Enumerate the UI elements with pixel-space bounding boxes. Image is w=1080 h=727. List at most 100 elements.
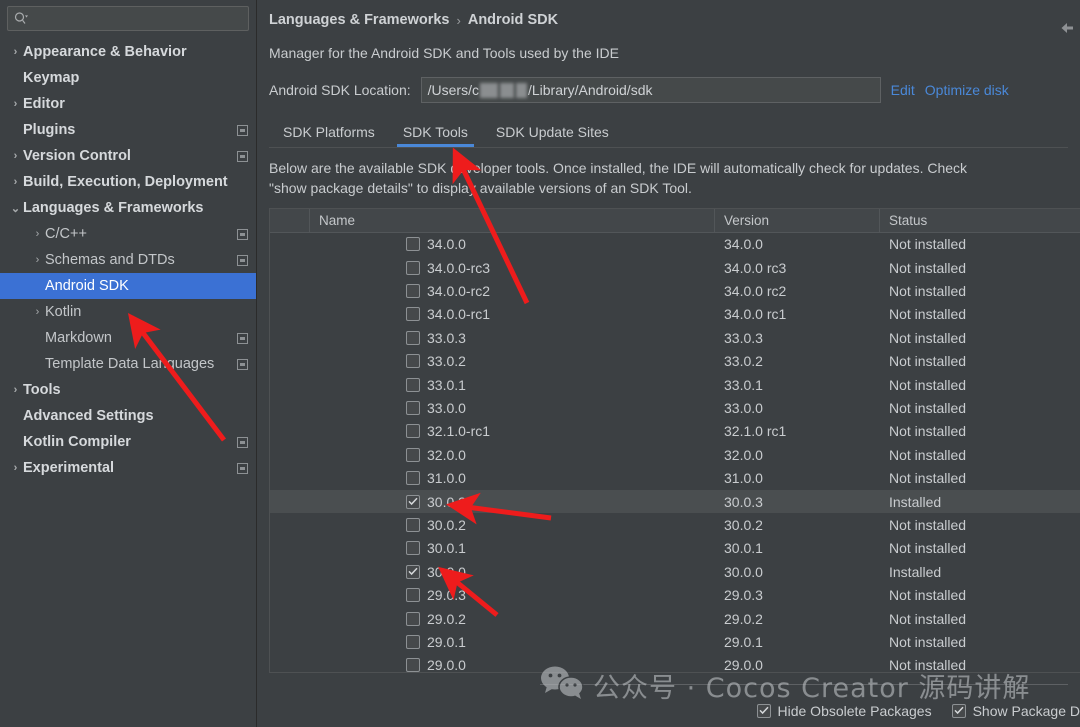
chevron-right-icon[interactable]: › <box>8 384 23 396</box>
table-row[interactable]: 30.0.3 30.0.3 Installed <box>270 489 1080 514</box>
table-row[interactable]: 33.0.2 33.0.2 Not installed <box>270 350 1080 373</box>
checkbox-icon[interactable] <box>406 354 420 369</box>
column-header-status[interactable]: Status <box>880 209 1080 232</box>
sidebar-item-kotlin-compiler[interactable]: Kotlin Compiler <box>0 429 256 455</box>
checkbox-icon[interactable] <box>406 564 420 579</box>
chevron-right-icon[interactable]: › <box>30 306 45 318</box>
sidebar-item-version-control[interactable]: › Version Control <box>0 143 256 169</box>
table-row[interactable]: 32.0.0 32.0.0 Not installed <box>270 443 1080 466</box>
checkbox-icon[interactable] <box>406 401 420 416</box>
cell-status: Not installed <box>889 446 967 463</box>
checkbox-icon[interactable] <box>406 237 420 252</box>
chevron-down-icon[interactable]: ⌄ <box>8 202 23 215</box>
redaction-blob <box>479 82 498 98</box>
table-row[interactable]: 29.0.0 29.0.0 Not installed <box>270 654 1080 672</box>
tab-sdk-tools[interactable]: SDK Tools <box>389 124 482 147</box>
checkbox-icon[interactable] <box>406 471 420 486</box>
hide-obsolete-packages-checkbox[interactable]: Hide Obsolete Packages <box>756 702 932 719</box>
table-row[interactable]: 31.0.0 31.0.0 Not installed <box>270 467 1080 490</box>
sidebar-item-tools[interactable]: › Tools <box>0 377 256 403</box>
search-icon <box>14 12 29 25</box>
chevron-right-icon[interactable]: › <box>8 462 23 474</box>
cell-name: 29.0.0 <box>310 657 715 672</box>
sidebar-item-keymap[interactable]: Keymap <box>0 65 256 91</box>
table-row[interactable]: 34.0.0-rc3 34.0.0 rc3 Not installed <box>270 256 1080 279</box>
chevron-right-icon[interactable]: › <box>8 46 23 58</box>
checkbox-icon[interactable] <box>406 307 420 322</box>
package-name: 32.1.0-rc1 <box>427 423 491 440</box>
sidebar-item-appearance-behavior[interactable]: › Appearance & Behavior <box>0 39 256 65</box>
tab-sdk-update-sites[interactable]: SDK Update Sites <box>482 124 623 147</box>
table-row[interactable]: 34.0.0-rc2 34.0.0 rc2 Not installed <box>270 279 1080 302</box>
sidebar-item-template-data-languages[interactable]: Template Data Languages <box>0 351 256 377</box>
sidebar-item-markdown[interactable]: Markdown <box>0 325 256 351</box>
table-row[interactable]: 33.0.1 33.0.1 Not installed <box>270 373 1080 396</box>
sdk-location-suffix: /Library/Android/sdk <box>527 82 653 98</box>
table-row[interactable]: 34.0.0 34.0.0 Not installed <box>270 233 1080 256</box>
sidebar-item-languages-frameworks[interactable]: ⌄ Languages & Frameworks <box>0 195 256 221</box>
sidebar-item-kotlin[interactable]: › Kotlin <box>0 299 256 325</box>
breadcrumb-item-parent[interactable]: Languages & Frameworks <box>269 12 450 28</box>
cell-version: 34.0.0 <box>724 236 763 253</box>
checkbox-icon[interactable] <box>406 330 420 345</box>
checkbox-icon[interactable] <box>406 447 420 462</box>
name-cell-content: 33.0.2 <box>310 353 466 369</box>
sidebar-item-c-c[interactable]: › C/C++ <box>0 221 256 247</box>
search-input[interactable] <box>33 11 242 26</box>
sidebar-item-advanced-settings[interactable]: Advanced Settings <box>0 403 256 429</box>
chevron-right-icon[interactable]: › <box>8 176 23 188</box>
hide-obsolete-packages-label: Hide Obsolete Packages <box>777 702 932 719</box>
table-row[interactable]: 30.0.2 30.0.2 Not installed <box>270 513 1080 536</box>
checkbox-icon[interactable] <box>406 611 420 626</box>
chevron-right-icon[interactable]: › <box>8 98 23 110</box>
checkbox-icon[interactable] <box>406 377 420 392</box>
checkbox-icon[interactable] <box>406 517 420 532</box>
sidebar-item-label: Schemas and DTDs <box>45 252 175 268</box>
cell-name: 33.0.3 <box>310 330 715 346</box>
table-row[interactable]: 33.0.0 33.0.0 Not installed <box>270 396 1080 419</box>
checkbox-icon[interactable] <box>406 634 420 649</box>
cell-version: 33.0.3 <box>724 329 763 346</box>
checkbox-icon[interactable] <box>406 588 420 603</box>
package-name: 34.0.0-rc2 <box>427 283 491 300</box>
show-package-details-checkbox[interactable]: Show Package D <box>951 703 1080 719</box>
back-arrow-icon[interactable] <box>1060 22 1074 37</box>
column-header-version[interactable]: Version <box>715 208 880 232</box>
sidebar-item-build-execution-deployment[interactable]: › Build, Execution, Deployment <box>0 169 256 195</box>
checkbox-icon[interactable] <box>406 260 420 275</box>
table-row[interactable]: 30.0.1 30.0.1 Not installed <box>270 537 1080 560</box>
sidebar-item-editor[interactable]: › Editor <box>0 91 256 117</box>
tab-sdk-platforms[interactable]: SDK Platforms <box>269 124 389 147</box>
sidebar-item-label: Android SDK <box>45 278 129 294</box>
checkbox-icon[interactable] <box>406 284 420 299</box>
checkbox-icon[interactable] <box>951 703 966 718</box>
table-row[interactable]: 34.0.0-rc1 34.0.0 rc1 Not installed <box>270 303 1080 326</box>
chevron-right-icon[interactable]: › <box>30 254 45 266</box>
checkbox-icon[interactable] <box>406 658 420 672</box>
table-row[interactable]: 29.0.2 29.0.2 Not installed <box>270 607 1080 630</box>
cell-status: Not installed <box>889 516 967 533</box>
sidebar-item-android-sdk[interactable]: Android SDK <box>0 273 256 299</box>
sdk-location-label: Android SDK Location: <box>269 82 411 98</box>
column-header-checkbox[interactable] <box>270 208 310 232</box>
sidebar-item-experimental[interactable]: › Experimental <box>0 455 256 481</box>
table-row[interactable]: 30.0.0 30.0.0 Installed <box>270 560 1080 583</box>
sidebar-item-schemas-and-dtds[interactable]: › Schemas and DTDs <box>0 247 256 273</box>
search-box[interactable] <box>7 6 249 31</box>
table-header-row: Name Version Status <box>270 208 1080 233</box>
checkbox-icon[interactable] <box>756 703 771 718</box>
sidebar-item-plugins[interactable]: Plugins <box>0 117 256 143</box>
sdk-location-input[interactable]: /Users/c/Library/Android/sdk <box>420 77 881 103</box>
table-row[interactable]: 33.0.3 33.0.3 Not installed <box>270 326 1080 349</box>
optimize-disk-link[interactable]: Optimize disk <box>925 82 1009 98</box>
table-row[interactable]: 32.1.0-rc1 32.1.0 rc1 Not installed <box>270 420 1080 443</box>
checkbox-icon[interactable] <box>406 424 420 439</box>
column-header-name[interactable]: Name <box>310 208 715 232</box>
table-row[interactable]: 29.0.1 29.0.1 Not installed <box>270 630 1080 653</box>
table-row[interactable]: 29.0.3 29.0.3 Not installed <box>270 583 1080 606</box>
chevron-right-icon[interactable]: › <box>8 150 23 162</box>
checkbox-icon[interactable] <box>406 541 420 556</box>
checkbox-icon[interactable] <box>406 494 420 509</box>
edit-link[interactable]: Edit <box>891 82 915 98</box>
chevron-right-icon[interactable]: › <box>30 228 45 240</box>
